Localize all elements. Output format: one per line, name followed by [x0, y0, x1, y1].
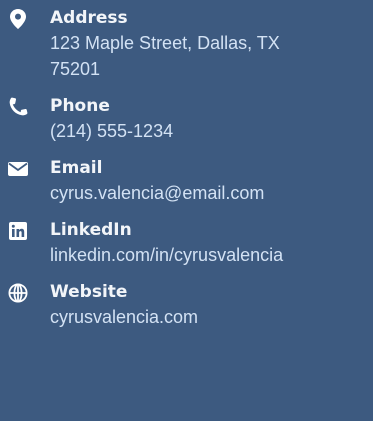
- contact-text: LinkedIn linkedin.com/in/cyrusvalencia: [50, 218, 373, 268]
- icon-column: [0, 6, 50, 29]
- phone-icon: [8, 97, 28, 117]
- linkedin-icon: [8, 221, 28, 241]
- contact-text: Address 123 Maple Street, Dallas, TX 752…: [50, 6, 373, 82]
- address-label: Address: [50, 8, 128, 28]
- map-pin-icon: [8, 9, 28, 29]
- contact-text: Email cyrus.valencia@email.com: [50, 156, 373, 206]
- icon-column: [0, 280, 50, 303]
- contact-item-email: Email cyrus.valencia@email.com: [0, 156, 373, 206]
- contact-item-phone: Phone (214) 555-1234: [0, 94, 373, 144]
- contact-text: Website cyrusvalencia.com: [50, 280, 373, 330]
- email-value[interactable]: cyrus.valencia@email.com: [50, 180, 373, 206]
- contact-item-linkedin: LinkedIn linkedin.com/in/cyrusvalencia: [0, 218, 373, 268]
- email-label: Email: [50, 158, 103, 178]
- phone-value: (214) 555-1234: [50, 121, 174, 141]
- phone-label: Phone: [50, 96, 110, 116]
- icon-column: [0, 218, 50, 241]
- envelope-icon: [8, 159, 28, 179]
- contact-text: Phone (214) 555-1234: [50, 94, 373, 144]
- contact-item-website: Website cyrusvalencia.com: [0, 280, 373, 330]
- linkedin-label: LinkedIn: [50, 220, 132, 240]
- contact-list: Address 123 Maple Street, Dallas, TX 752…: [0, 0, 373, 421]
- address-value: 123 Maple Street, Dallas, TX 75201: [50, 33, 280, 79]
- contact-item-address: Address 123 Maple Street, Dallas, TX 752…: [0, 6, 373, 82]
- website-value[interactable]: cyrusvalencia.com: [50, 304, 373, 330]
- website-label: Website: [50, 282, 128, 302]
- icon-column: [0, 156, 50, 179]
- linkedin-value[interactable]: linkedin.com/in/cyrusvalencia: [50, 242, 373, 268]
- icon-column: [0, 94, 50, 117]
- globe-icon: [8, 283, 28, 303]
